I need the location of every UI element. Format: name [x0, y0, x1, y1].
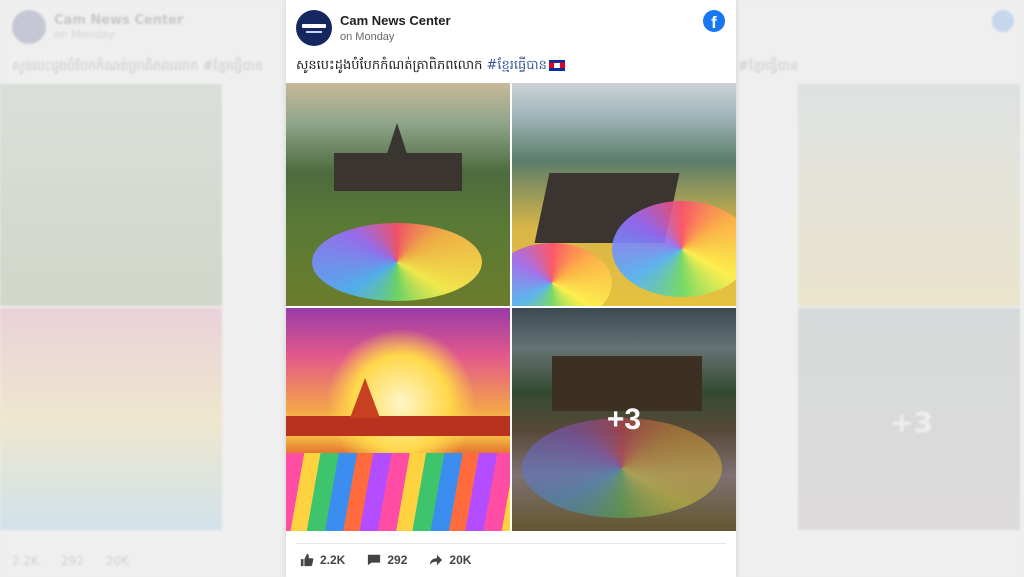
cambodia-flag-icon — [548, 60, 565, 71]
background-ghost-right: #ខ្មែរធ្វើបាន +3 — [738, 0, 1024, 577]
ghost-time: on Monday — [54, 28, 115, 41]
more-photos-overlay[interactable]: +3 — [512, 308, 736, 531]
ghost-header: Cam News Center on Monday — [12, 10, 183, 44]
color-field — [612, 201, 736, 297]
photo-2[interactable] — [512, 83, 736, 306]
comment-icon — [368, 554, 381, 566]
likes-stat[interactable]: 2.2K — [300, 553, 345, 567]
engagement-bar: 2.2K 292 20K — [300, 553, 471, 567]
color-field — [512, 243, 612, 306]
ghost-facebook-icon — [992, 10, 1014, 32]
ghost-avatar — [12, 10, 46, 44]
avatar[interactable] — [296, 10, 332, 46]
author-name[interactable]: Cam News Center — [340, 13, 451, 28]
ghost-more-count: +3 — [890, 406, 933, 439]
hashtag-link[interactable]: #ខ្មែរធ្វើបាន — [487, 58, 547, 73]
ghost-comments: 292 — [60, 554, 84, 568]
ghost-caption: #ខ្មែរធ្វើបាន — [738, 59, 799, 74]
comments-stat[interactable]: 292 — [367, 553, 407, 567]
photo-grid: +3 — [286, 83, 736, 533]
avatar-logo-bar — [302, 23, 326, 28]
comments-count: 292 — [387, 553, 408, 567]
ghost-photo — [0, 308, 222, 530]
shares-count: 20K — [449, 553, 472, 567]
hearts-field — [286, 453, 510, 531]
post-meta: Cam News Center on Monday — [340, 13, 451, 43]
ghost-photo — [0, 84, 222, 306]
facebook-icon[interactable]: f — [703, 10, 725, 32]
photo-3[interactable] — [286, 308, 510, 531]
ghost-shares: 20K — [105, 554, 129, 568]
ghost-author: Cam News Center — [54, 13, 184, 28]
post-card: Cam News Center on Monday f សូនបេះដូងបំប… — [286, 0, 736, 577]
caption-text: សូនបេះដូងបំបែកកំណត់ត្រាពិភពលោក — [296, 58, 487, 73]
share-arrow-icon — [430, 554, 443, 566]
photo-1[interactable] — [286, 83, 510, 306]
post-header: Cam News Center on Monday — [296, 10, 451, 46]
ghost-caption: សូនបេះដូងបំបែកកំណត់ត្រាពិភពលោក #ខ្មែរធ្វ… — [12, 59, 263, 74]
ghost-photo — [798, 84, 1020, 306]
heart-mosaic — [312, 223, 482, 301]
ghost-stats: 2.2K 292 20K — [12, 554, 129, 568]
likes-count: 2.2K — [320, 553, 346, 567]
horizon-band — [286, 416, 510, 436]
thumbs-up-icon — [300, 553, 314, 567]
divider — [296, 543, 726, 544]
photo-4[interactable]: +3 — [512, 308, 736, 531]
temple-tower — [384, 123, 410, 163]
post-time[interactable]: on Monday — [340, 31, 451, 43]
background-ghost-left: Cam News Center on Monday សូនបេះដូងបំបែក… — [0, 0, 286, 577]
post-caption: សូនបេះដូងបំបែកកំណត់ត្រាពិភពលោក #ខ្មែរធ្វ… — [296, 57, 565, 76]
avatar-logo-underline — [306, 30, 322, 33]
shares-stat[interactable]: 20K — [429, 553, 471, 567]
ghost-likes: 2.2K — [12, 554, 39, 568]
